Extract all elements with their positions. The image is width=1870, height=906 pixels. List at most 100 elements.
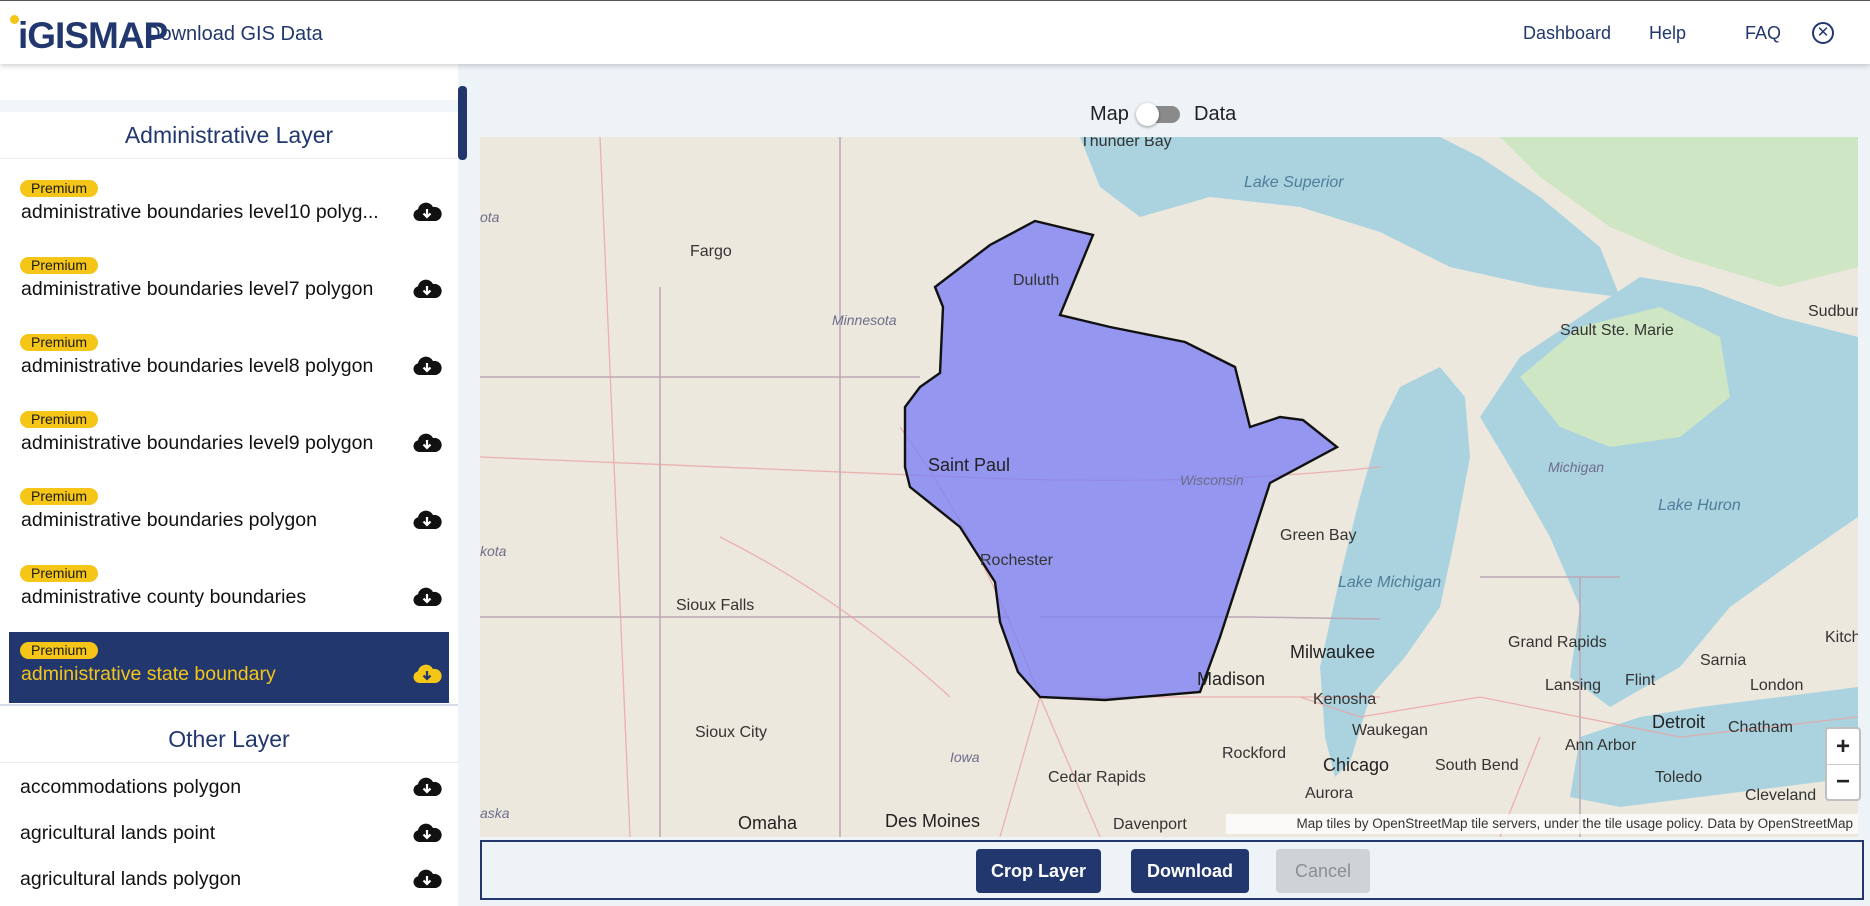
toggle-label-data: Data (1194, 103, 1237, 125)
layer-name: agricultural lands polygon (20, 868, 242, 890)
map-view[interactable]: Thunder Bay Lake Superior Fargo Duluth M… (480, 137, 1858, 837)
map-label-cedar-rapids: Cedar Rapids (1048, 769, 1146, 786)
map-label-sioux-city: Sioux City (695, 724, 768, 741)
section-divider (0, 704, 458, 706)
map-label-chatham: Chatham (1728, 719, 1793, 736)
cloud-download-icon[interactable] (412, 278, 442, 300)
map-label-sarnia: Sarnia (1700, 652, 1747, 669)
map-label-rockford: Rockford (1222, 745, 1287, 762)
map-label-detroit: Detroit (1652, 712, 1706, 732)
map-label-green-bay: Green Bay (1280, 527, 1357, 544)
map-label-thunder-bay: Thunder Bay (1080, 137, 1172, 150)
nav-help[interactable]: Help (1649, 23, 1686, 44)
sidebar-scroll-track (458, 64, 480, 906)
map-attribution: Map tiles by OpenStreetMap tile servers,… (1226, 814, 1858, 834)
map-label-duluth: Duluth (1013, 272, 1060, 289)
cloud-download-icon[interactable] (412, 355, 442, 377)
premium-badge: Premium (20, 488, 99, 505)
map-label-ann-arbor: Ann Arbor (1565, 737, 1637, 754)
cloud-download-icon[interactable] (412, 201, 442, 223)
layer-name: administrative boundaries polygon (21, 509, 317, 531)
map-label-grand-rapids: Grand Rapids (1508, 634, 1607, 651)
premium-badge: Premium (20, 334, 99, 351)
map-label-london: London (1750, 677, 1804, 694)
section-header-other: Other Layer (0, 716, 458, 763)
map-label-toledo: Toledo (1655, 769, 1703, 786)
map-label-cleveland: Cleveland (1745, 787, 1817, 804)
layer-name: administrative boundaries level10 polyg.… (21, 201, 379, 223)
layer-item[interactable]: Premium administrative boundaries polygon (9, 478, 449, 549)
premium-badge: Premium (20, 411, 99, 428)
zoom-out-button[interactable]: − (1827, 764, 1859, 799)
crop-layer-button[interactable]: Crop Layer (976, 849, 1101, 893)
map-label-aurora: Aurora (1305, 785, 1354, 802)
map-label-sault: Sault Ste. Marie (1560, 322, 1674, 339)
layer-sidebar: Administrative Layer Premium administrati… (0, 64, 458, 906)
cloud-download-icon[interactable] (412, 663, 442, 685)
map-label-sioux-falls: Sioux Falls (676, 597, 755, 614)
layer-item[interactable]: Premium administrative boundaries level9 … (9, 401, 449, 472)
map-label-fargo: Fargo (690, 243, 732, 260)
nav-dashboard[interactable]: Dashboard (1523, 23, 1611, 44)
layer-item[interactable]: agricultural lands point (9, 810, 449, 856)
map-label-kitchener: Kitch (1825, 629, 1858, 646)
view-toggle-switch[interactable] (1136, 103, 1180, 126)
layer-item[interactable]: agricultural lands polygon (9, 856, 449, 902)
action-bar: Crop Layer Download Cancel (480, 840, 1864, 900)
map-label-dakota-s: kota (480, 543, 507, 559)
map-label-waukegan: Waukegan (1352, 722, 1428, 739)
cloud-download-icon[interactable] (412, 776, 442, 798)
map-label-lake-michigan: Lake Michigan (1338, 574, 1442, 591)
premium-badge: Premium (20, 257, 99, 274)
map-label-davenport: Davenport (1113, 816, 1187, 833)
map-label-nebraska: aska (480, 805, 510, 821)
sidebar-top-strip (0, 100, 458, 112)
nav-faq[interactable]: FAQ (1745, 23, 1781, 44)
map-label-south-bend: South Bend (1435, 757, 1519, 774)
logo-text: iGISMAP (18, 15, 168, 56)
layer-item[interactable]: Premium administrative state boundary (9, 632, 449, 703)
layer-item[interactable]: accommodations polygon (9, 764, 449, 810)
map-label-des-moines: Des Moines (885, 811, 981, 831)
map-label-madison: Madison (1197, 669, 1266, 689)
cloud-download-icon[interactable] (412, 432, 442, 454)
map-label-lake-superior: Lake Superior (1244, 174, 1344, 191)
cloud-download-icon[interactable] (412, 868, 442, 890)
cancel-button[interactable]: Cancel (1276, 849, 1370, 893)
layer-item[interactable]: Premium administrative boundaries level10… (9, 170, 449, 241)
layer-name: administrative county boundaries (21, 586, 307, 608)
layer-item[interactable]: Premium administrative boundaries level7 … (9, 247, 449, 318)
top-header: iGISMAP Download GIS Data Dashboard Help… (0, 0, 1870, 64)
layer-name: administrative boundaries level9 polygon (21, 432, 374, 454)
layer-name: administrative state boundary (21, 663, 276, 685)
map-label-iowa: Iowa (950, 749, 980, 765)
close-icon[interactable]: ✕ (1812, 22, 1834, 44)
premium-badge: Premium (20, 642, 99, 659)
map-label-michigan: Michigan (1548, 459, 1605, 475)
layer-name: administrative boundaries level8 polygon (21, 355, 374, 377)
zoom-control: + − (1825, 727, 1861, 801)
cloud-download-icon[interactable] (412, 509, 442, 531)
map-label-dakota-n: ota (480, 209, 500, 225)
download-button[interactable]: Download (1131, 849, 1249, 893)
layer-name: agricultural lands point (20, 822, 216, 844)
app-title: Download GIS Data (146, 23, 323, 45)
map-label-rochester: Rochester (980, 552, 1053, 569)
map-label-flint: Flint (1625, 672, 1656, 689)
cloud-download-icon[interactable] (412, 822, 442, 844)
map-label-lansing: Lansing (1545, 677, 1602, 694)
map-label-lake-huron: Lake Huron (1658, 497, 1741, 514)
premium-badge: Premium (20, 565, 99, 582)
section-header-administrative: Administrative Layer (0, 112, 458, 159)
layer-item[interactable]: Premium administrative boundaries level8 … (9, 324, 449, 395)
map-label-saint-paul: Saint Paul (928, 455, 1011, 475)
layer-name: accommodations polygon (20, 776, 242, 798)
cloud-download-icon[interactable] (412, 586, 442, 608)
map-label-milwaukee: Milwaukee (1290, 642, 1376, 662)
map-label-chicago: Chicago (1323, 755, 1390, 775)
sidebar-scrollbar[interactable] (458, 86, 467, 160)
map-label-kenosha: Kenosha (1313, 691, 1377, 708)
layer-item[interactable]: Premium administrative county boundaries (9, 555, 449, 626)
layer-name: administrative boundaries level7 polygon (21, 278, 374, 300)
zoom-in-button[interactable]: + (1827, 729, 1859, 765)
